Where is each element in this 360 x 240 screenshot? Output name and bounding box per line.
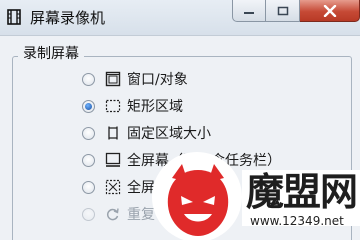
window-controls (232, 0, 360, 24)
radio-button[interactable] (82, 180, 95, 194)
radio-button[interactable] (82, 153, 95, 167)
radio-button[interactable] (82, 126, 95, 140)
maximize-icon (277, 6, 288, 15)
film-strip-icon (7, 9, 21, 25)
maximize-button[interactable] (266, 0, 300, 22)
rectangle-selection-icon (105, 99, 121, 113)
close-button[interactable] (300, 0, 360, 22)
radio-button[interactable] (82, 72, 95, 86)
option-label: 窗口/对象 (127, 72, 188, 88)
devil-mascot-logo (167, 164, 229, 236)
option-fixed-area[interactable]: 固定区域大小 (82, 122, 352, 144)
radio-button-disabled[interactable] (82, 207, 95, 221)
option-window-object[interactable]: 窗口/对象 (82, 68, 352, 90)
fullscreen-icon (105, 179, 121, 195)
fixed-area-icon (108, 126, 118, 140)
title-bar[interactable]: 屏幕录像机 (0, 0, 360, 36)
minimize-button[interactable] (232, 0, 266, 22)
group-label: 录制屏幕 (18, 43, 84, 63)
radio-button-selected[interactable] (82, 99, 95, 113)
repeat-icon (106, 208, 119, 221)
fullscreen-no-taskbar-icon (105, 152, 121, 167)
option-label: 重复 (127, 207, 155, 223)
window-title: 屏幕录像机 (30, 9, 106, 27)
watermark-url: www.12349.net (250, 214, 344, 228)
option-rectangle-area[interactable]: 矩形区域 (82, 95, 352, 117)
watermark-text: 魔盟网 www.12349.net (242, 170, 360, 228)
minimize-icon (244, 11, 254, 14)
watermark-brand: 魔盟网 (246, 170, 358, 214)
option-label: 固定区域大小 (127, 126, 211, 142)
close-icon (323, 4, 336, 17)
option-label: 矩形区域 (127, 99, 183, 115)
option-label: 全屏 (127, 180, 155, 196)
window-object-icon (105, 71, 121, 87)
